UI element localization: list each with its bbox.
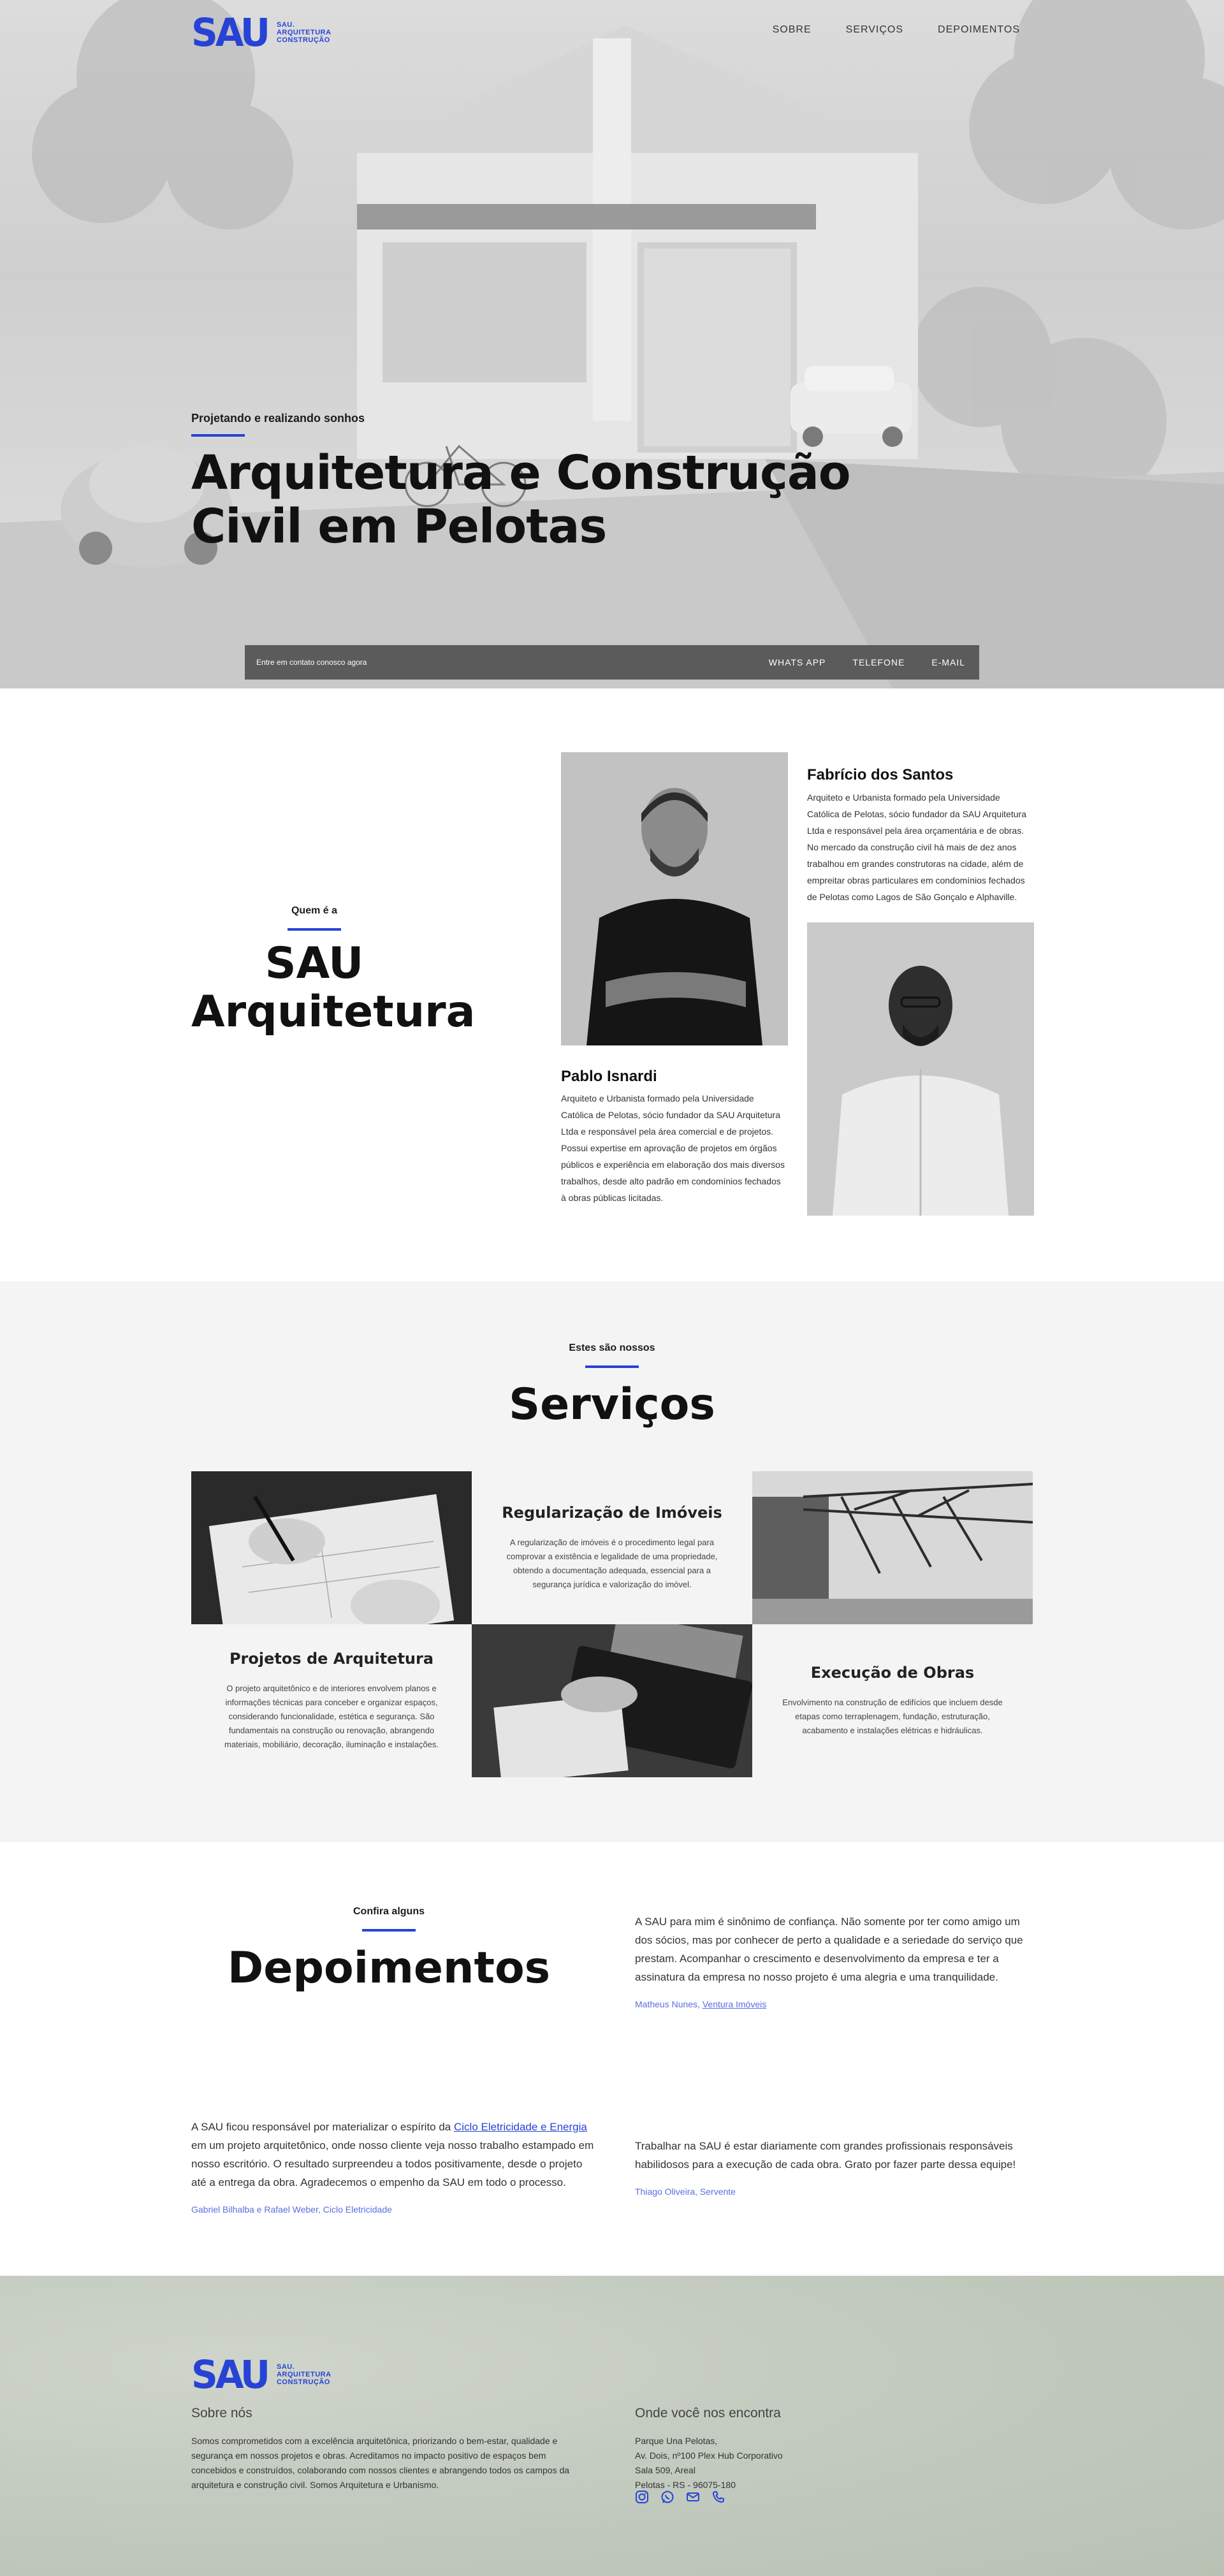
person-bio: Arquiteto e Urbanista formado pela Unive… [561,1093,785,1203]
testimonial-author: Matheus Nunes, Ventura Imóveis [635,1999,767,2009]
testimonial-text: A SAU ficou responsável por materializar… [191,2121,451,2133]
testimonial-author: Gabriel Bilhalba e Rafael Weber, Ciclo E… [191,2204,392,2215]
ventura-imoveis-link[interactable]: Ventura Imóveis [703,1999,766,2009]
phone-icon[interactable] [710,2489,727,2505]
footer-logo[interactable]: SAU SAU. ARQUITETURA CONSTRUÇÃO [191,2352,332,2398]
site-header: SAU SAU. ARQUITETURA CONSTRUÇÃO SOBRE SE… [191,0,1033,64]
testimonials-section: Confira alguns Depoimentos A SAU para mi… [0,1842,1224,2276]
service-description: Envolvimento na construção de edifícios … [782,1698,1003,1735]
services-section: Estes são nossos Serviços Regularização … [0,1281,1224,1842]
whatsapp-link[interactable]: WHATS APP [769,657,826,667]
contact-bar: Entre em contato conosco agora WHATS APP… [245,645,979,680]
service-title: Regularização de Imóveis [502,1504,722,1522]
testimonials-title: Depoimentos [227,1943,551,1993]
contact-links: WHATS APP TELEFONE E-MAIL [769,657,965,667]
contact-bar-text: Entre em contato conosco agora [256,658,367,667]
services-kicker: Estes são nossos [569,1343,655,1353]
service-title: Execução de Obras [810,1664,975,1682]
logo-mark: SAU [191,10,270,55]
social-icons [634,2489,727,2505]
email-link[interactable]: E-MAIL [931,657,965,667]
service-description: O projeto arquitetônico e de interiores … [224,1684,439,1749]
service-description: A regularização de imóveis é o procedime… [506,1538,718,1589]
about-section: Quem é a SAU Arquitetura Pablo Isnardi A… [0,688,1224,1281]
testimonial: A SAU ficou responsável por materializar… [191,2118,599,2219]
hero-kicker-text: Projetando e realizando sonhos [191,412,365,425]
accent-bar [288,928,341,931]
nav-item-sobre[interactable]: SOBRE [773,24,812,36]
testimonial-text: em um projeto arquitetônico, onde nosso … [191,2139,594,2188]
email-icon[interactable] [685,2489,701,2505]
pablo-photo [561,752,788,1045]
site-footer: SAU SAU. ARQUITETURA CONSTRUÇÃO Sobre nó… [0,2276,1224,2576]
instagram-icon[interactable] [634,2489,650,2505]
phone-link[interactable]: TELEFONE [852,657,905,667]
service-card: Execução de Obras Envolvimento na constr… [752,1624,1033,1777]
drawing-hand-image [191,1471,472,1624]
nav-item-depoimentos[interactable]: DEPOIMENTOS [938,24,1020,36]
ciclo-eletricidade-link[interactable]: Ciclo Eletricidade e Energia [454,2121,587,2133]
person-bio: Arquiteto e Urbanista formado pela Unive… [807,792,1026,902]
services-title: Serviços [509,1379,715,1430]
testimonial: A SAU para mim é sinônimo de confiança. … [635,1912,1030,2014]
person-name: Pablo Isnardi [561,1068,657,1085]
testimonial-text: A SAU para mim é sinônimo de confiança. … [635,1916,1023,1983]
nav-item-servicos[interactable]: SERVIÇOS [846,24,903,36]
hero-section: SAU SAU. ARQUITETURA CONSTRUÇÃO SOBRE SE… [0,0,1224,688]
service-title: Projetos de Arquitetura [229,1650,434,1668]
footer-about-title: Sobre nós [191,2406,252,2420]
logo-subtitle: SAU. ARQUITETURA CONSTRUÇÃO [276,21,332,44]
accent-bar [585,1365,639,1368]
about-heading: Quem é a SAU Arquitetura [191,905,476,1037]
about-kicker: Quem é a [291,905,338,916]
service-card: Regularização de Imóveis A regularização… [472,1471,752,1624]
fabricio-photo [807,922,1034,1216]
accent-bar [191,434,245,437]
testimonials-kicker: Confira alguns [353,1906,425,1917]
construction-site-image [752,1471,1033,1624]
service-card: Projetos de Arquitetura O projeto arquit… [191,1624,472,1777]
logo-mark: SAU [191,2352,270,2398]
accent-bar [362,1929,416,1932]
footer-location-title: Onde você nos encontra [635,2406,781,2420]
hero-title: Arquitetura e Construção Civil em Pelota… [191,446,851,554]
footer-address: Parque Una Pelotas, Av. Dois, nº100 Plex… [635,2436,783,2490]
laptop-image [472,1624,752,1777]
services-grid: Regularização de Imóveis A regularização… [191,1471,1033,1777]
person-name: Fabrício dos Santos [807,766,954,783]
services-heading: Estes são nossos Serviços [191,1343,1033,1430]
main-nav: SOBRE SERVIÇOS DEPOIMENTOS [773,24,1020,36]
header-logo[interactable]: SAU SAU. ARQUITETURA CONSTRUÇÃO [191,10,332,55]
testimonials-heading: Confira alguns Depoimentos [191,1906,586,1993]
footer-about-text: Somos comprometidos com a excelência arq… [191,2436,570,2490]
testimonial-text: Trabalhar na SAU é estar diariamente com… [635,2140,1016,2171]
testimonial-author: Thiago Oliveira, Servente [635,2187,736,2197]
testimonial: Trabalhar na SAU é estar diariamente com… [635,2137,1030,2201]
logo-subtitle: SAU. ARQUITETURA CONSTRUÇÃO [276,2363,332,2386]
hero-kicker: Projetando e realizando sonhos [191,412,365,437]
about-title: SAU Arquitetura [191,938,476,1037]
whatsapp-icon[interactable] [659,2489,676,2505]
